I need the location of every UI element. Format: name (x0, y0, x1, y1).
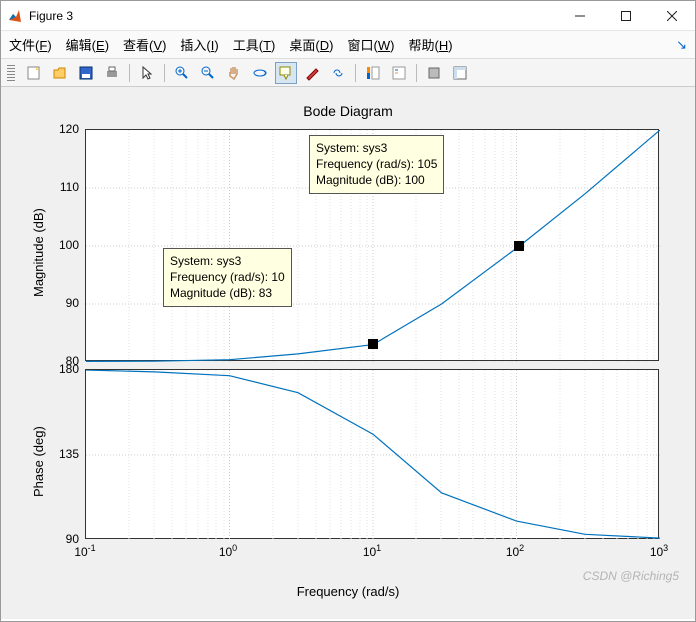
brush-icon[interactable] (301, 62, 323, 84)
pointer-icon[interactable] (136, 62, 158, 84)
phase-ytick: 135 (29, 447, 79, 461)
toolbar-grip[interactable] (7, 65, 15, 81)
xtick: 101 (363, 543, 381, 559)
hide-plot-tools-icon[interactable] (423, 62, 445, 84)
phase-ytick: 90 (29, 532, 79, 546)
close-button[interactable] (649, 1, 695, 31)
datatip-line: Magnitude (dB): 100 (316, 172, 437, 188)
legend-icon[interactable] (388, 62, 410, 84)
menu-file[interactable]: 文件(F) (9, 35, 52, 54)
datatip-line: Frequency (rad/s): 105 (316, 156, 437, 172)
datatip-marker[interactable] (514, 241, 524, 251)
datatip-line: System: sys3 (170, 253, 285, 269)
datatip[interactable]: System: sys3 Frequency (rad/s): 105 Magn… (309, 135, 444, 194)
toolbar (1, 59, 695, 87)
menu-tools[interactable]: 工具(T) (233, 35, 276, 54)
mag-ytick: 100 (29, 238, 79, 252)
phase-ylabel: Phase (deg) (31, 426, 46, 497)
watermark: CSDN @Riching5 (583, 569, 679, 583)
datatip[interactable]: System: sys3 Frequency (rad/s): 10 Magni… (163, 248, 292, 307)
datatip-line: System: sys3 (316, 140, 437, 156)
print-icon[interactable] (101, 62, 123, 84)
rotate3d-icon[interactable] (249, 62, 271, 84)
window-title: Figure 3 (29, 9, 557, 23)
chart-title: Bode Diagram (1, 103, 695, 119)
xtick: 102 (506, 543, 524, 559)
menu-help[interactable]: 帮助(H) (408, 35, 452, 54)
mag-ytick: 90 (29, 296, 79, 310)
datatip-line: Magnitude (dB): 83 (170, 285, 285, 301)
matlab-icon (7, 8, 23, 24)
menu-window[interactable]: 窗口(W) (347, 35, 394, 54)
mag-ytick: 120 (29, 122, 79, 136)
phase-plot[interactable] (85, 369, 659, 539)
zoom-in-icon[interactable] (171, 62, 193, 84)
menu-desktop[interactable]: 桌面(D) (289, 35, 333, 54)
link-icon[interactable] (327, 62, 349, 84)
maximize-button[interactable] (603, 1, 649, 31)
menu-view[interactable]: 查看(V) (123, 35, 166, 54)
open-icon[interactable] (49, 62, 71, 84)
xtick: 100 (219, 543, 237, 559)
figure-area: Bode Diagram Magnitude (dB) Phase (deg) … (1, 87, 695, 619)
xtick: 10-1 (74, 543, 95, 559)
phase-svg (86, 370, 660, 540)
menu-extras-icon[interactable]: ↘ (676, 37, 687, 53)
menubar: 文件(F) 编辑(E) 查看(V) 插入(I) 工具(T) 桌面(D) 窗口(W… (1, 31, 695, 59)
datatip-marker[interactable] (368, 339, 378, 349)
new-figure-icon[interactable] (23, 62, 45, 84)
magnitude-ylabel: Magnitude (dB) (31, 208, 46, 297)
menu-edit[interactable]: 编辑(E) (66, 35, 109, 54)
menu-insert[interactable]: 插入(I) (180, 35, 218, 54)
zoom-out-icon[interactable] (197, 62, 219, 84)
mag-ytick: 110 (29, 180, 79, 194)
xtick: 103 (650, 543, 668, 559)
datatip-icon[interactable] (275, 62, 297, 84)
xlabel: Frequency (rad/s) (1, 584, 695, 599)
colorbar-icon[interactable] (362, 62, 384, 84)
show-plot-tools-icon[interactable] (449, 62, 471, 84)
pan-icon[interactable] (223, 62, 245, 84)
phase-ytick: 180 (29, 362, 79, 376)
titlebar: Figure 3 (1, 1, 695, 31)
minimize-button[interactable] (557, 1, 603, 31)
datatip-line: Frequency (rad/s): 10 (170, 269, 285, 285)
save-icon[interactable] (75, 62, 97, 84)
